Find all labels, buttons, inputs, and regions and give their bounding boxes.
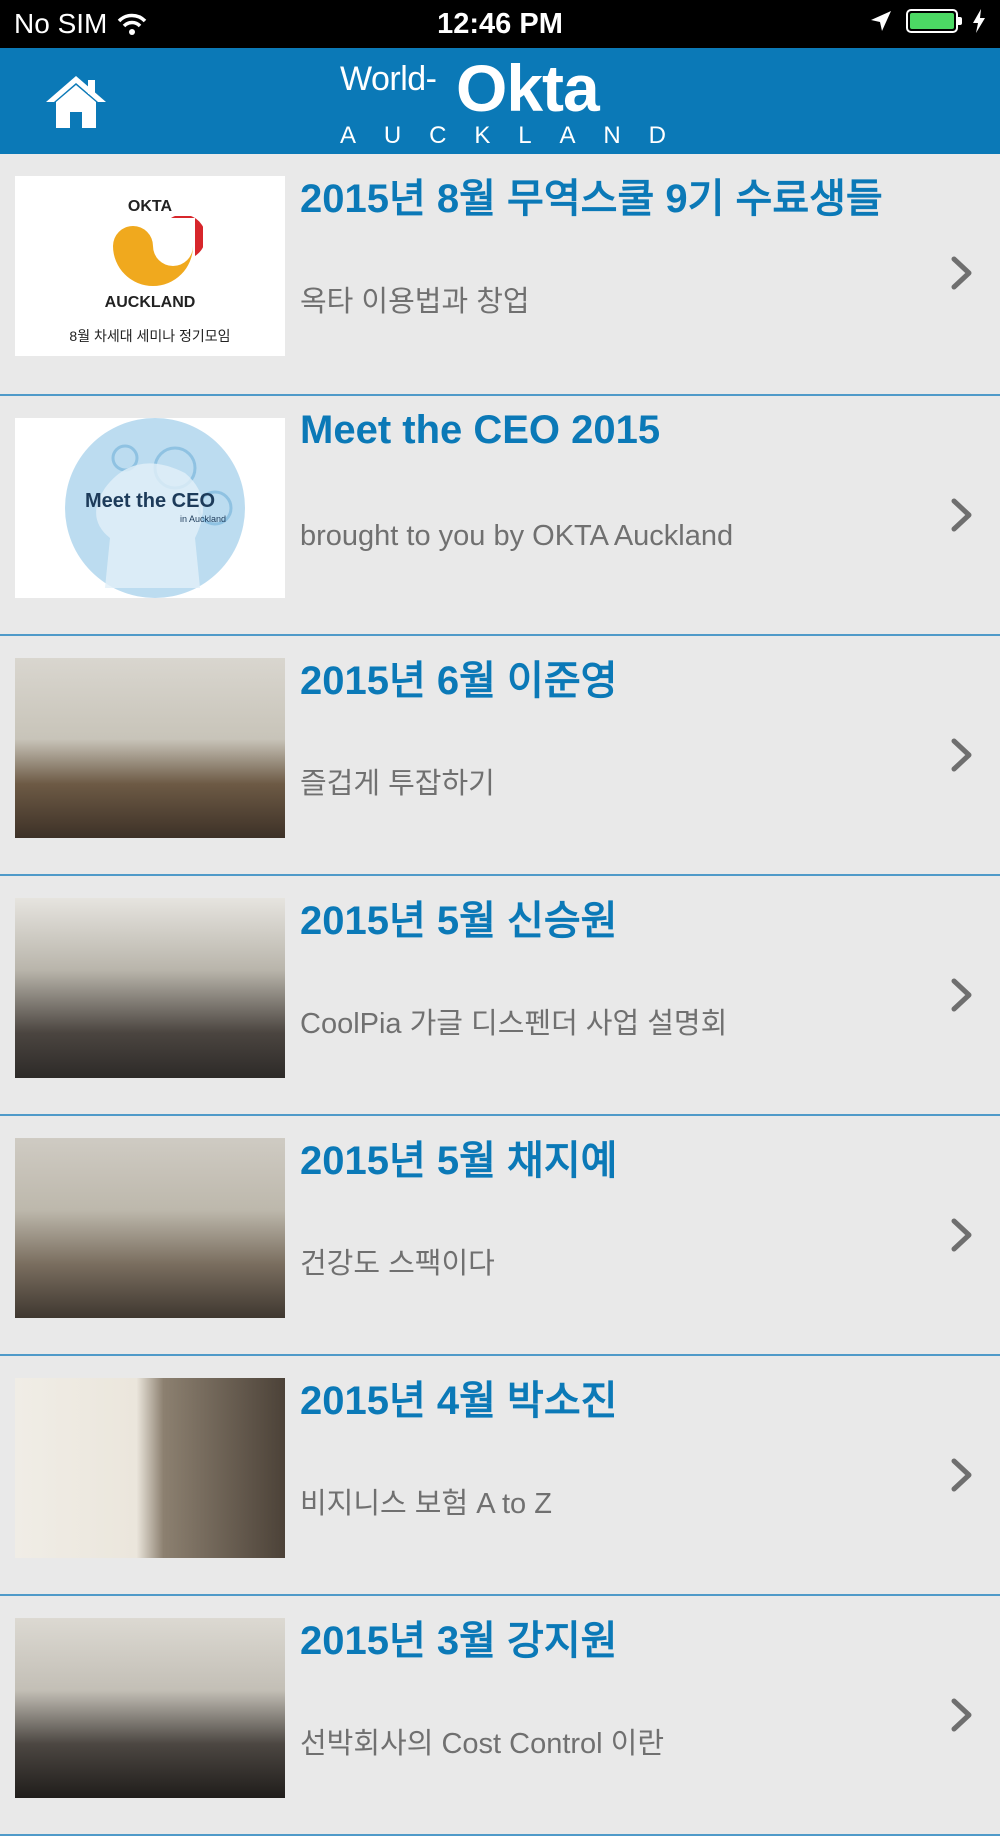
item-photo <box>15 1618 285 1798</box>
item-photo <box>15 658 285 838</box>
item-title: 2015년 3월 강지원 <box>300 1619 618 1663</box>
chevron-right-icon[interactable] <box>950 1218 974 1252</box>
item-subtitle: brought to you by OKTA Auckland <box>300 520 734 552</box>
item-subtitle: 건강도 스팩이다 <box>300 1248 495 1280</box>
thumb-caption: 8월 차세대 세미나 정기모임 <box>69 328 231 344</box>
thumb-caption: in Auckland <box>180 514 227 524</box>
battery-level <box>910 13 954 29</box>
logo-prefix: World- <box>340 60 437 98</box>
list-item[interactable]: 2015년 5월 신승원 CoolPia 가글 디스펜더 사업 설명회 <box>0 876 1000 1116</box>
list-item[interactable]: 2015년 5월 채지예건강도 스팩이다 <box>0 1116 1000 1356</box>
battery-icon <box>906 9 962 33</box>
item-subtitle: 즐겁게 투잡하기 <box>300 768 495 800</box>
chevron-right-icon[interactable] <box>950 1698 974 1732</box>
logo-city: AUCKLAND <box>340 122 666 150</box>
item-photo <box>15 1378 285 1558</box>
item-subtitle: CoolPia 가글 디스펜더 사업 설명회 <box>300 1008 728 1040</box>
item-photo <box>15 1138 285 1318</box>
item-title: 2015년 5월 신승원 <box>300 899 618 943</box>
item-title: Meet the CEO 2015 <box>300 408 661 452</box>
logo-city-letter: A <box>559 122 576 149</box>
home-icon[interactable] <box>44 72 108 132</box>
item-subtitle: 옥타 이용법과 창업 <box>300 286 530 318</box>
list-item[interactable]: 2015년 4월 박소진비지니스 보험 A to Z <box>0 1356 1000 1596</box>
clock: 12:46 PM <box>437 8 563 40</box>
logo-city-letter: D <box>648 122 666 149</box>
item-subtitle: 선박회사의 Cost Control 이란 <box>300 1728 665 1760</box>
battery-tip <box>958 17 962 25</box>
logo-city-letter: K <box>474 122 491 149</box>
list-item[interactable]: OKTA AUCKLAND 8월 차세대 세미나 정기모임 2015년 8월 무역스쿨… <box>0 154 1000 396</box>
location-arrow-icon <box>871 11 891 31</box>
logo-city-letter: A <box>340 122 357 149</box>
logo-city-letter: N <box>603 122 621 149</box>
logo-brand: Okta <box>456 51 600 125</box>
seminar-list: OKTA AUCKLAND 8월 차세대 세미나 정기모임 2015년 8월 무역스쿨… <box>0 154 1000 1836</box>
thumb-headline: Meet the CEO <box>84 490 216 512</box>
thumb-city: AUCKLAND <box>104 294 196 311</box>
status-bar: No SIM 12:46 PM <box>0 0 1000 48</box>
list-item[interactable]: 2015년 6월 이준영즐겁게 투잡하기 <box>0 636 1000 876</box>
chevron-right-icon[interactable] <box>950 256 974 290</box>
item-thumbnail: Meet the CEO in Auckland <box>15 418 285 598</box>
logo-city-letter: C <box>429 122 447 149</box>
status-right <box>870 9 986 33</box>
item-title: 2015년 8월 무역스쿨 9기 수료생들 <box>300 177 883 221</box>
item-photo <box>15 898 285 1078</box>
okta-emblem-icon <box>113 216 203 286</box>
list-item[interactable]: Meet the CEO in Auckland Meet the CEO 2015… <box>0 396 1000 636</box>
header-bar: World- Okta AUCKLAND <box>0 48 1000 154</box>
item-title: 2015년 6월 이준영 <box>300 659 618 703</box>
logo-city-letter: U <box>383 122 402 149</box>
item-subtitle: 비지니스 보험 A to Z <box>300 1488 552 1520</box>
world-okta-logo: World- Okta AUCKLAND <box>338 51 668 150</box>
chevron-right-icon[interactable] <box>950 738 974 772</box>
logo-city-letter: L <box>518 122 532 149</box>
charging-bolt-icon <box>973 9 985 33</box>
item-thumbnail: OKTA AUCKLAND 8월 차세대 세미나 정기모임 <box>15 176 285 356</box>
chevron-right-icon[interactable] <box>950 978 974 1012</box>
thumb-brand: OKTA <box>127 198 173 215</box>
item-title: 2015년 5월 채지예 <box>300 1139 618 1183</box>
chevron-right-icon[interactable] <box>950 1458 974 1492</box>
item-title: 2015년 4월 박소진 <box>300 1379 618 1423</box>
list-item[interactable]: 2015년 3월 강지원선박회사의 Cost Control 이란 <box>0 1596 1000 1836</box>
chevron-right-icon[interactable] <box>950 498 974 532</box>
